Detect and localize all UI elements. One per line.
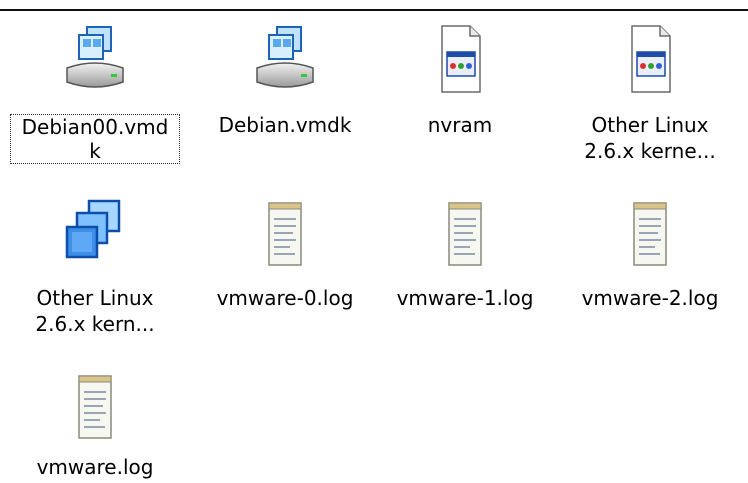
file-name-label: vmware-2.log	[581, 286, 719, 310]
file-name-label: Debian.vmdk	[218, 113, 352, 137]
file-item-vmware-log[interactable]: vmware.log	[0, 368, 190, 483]
vmdk-disk-icon	[245, 22, 325, 102]
log-notepad-icon	[55, 368, 135, 448]
vmdk-disk-icon	[55, 22, 135, 102]
file-item-debian00-vmdk[interactable]: Debian00.vmd k	[0, 22, 190, 192]
file-name-label: Other Linux 2.6.x kerne...	[584, 113, 716, 163]
file-item-debian-vmdk[interactable]: Debian.vmdk	[190, 22, 380, 192]
nvram-file-icon	[610, 22, 690, 102]
file-name-label: Debian00.vmd k	[10, 114, 180, 164]
file-item-other-linux-nvram[interactable]: Other Linux 2.6.x kerne...	[555, 22, 745, 192]
file-item-nvram[interactable]: nvram	[365, 22, 555, 192]
file-name-label: nvram	[427, 113, 493, 137]
file-name-label: vmware-1.log	[396, 286, 534, 310]
file-name-label: vmware.log	[36, 455, 154, 479]
nvram-file-icon	[420, 22, 500, 102]
file-item-vmware-1-log[interactable]: vmware-1.log	[370, 195, 560, 365]
log-notepad-icon	[245, 195, 325, 275]
log-notepad-icon	[425, 195, 505, 275]
file-item-vmware-2-log[interactable]: vmware-2.log	[555, 195, 745, 365]
log-notepad-icon	[610, 195, 690, 275]
file-name-label: vmware-0.log	[216, 286, 354, 310]
file-name-label: Other Linux 2.6.x kern...	[35, 286, 155, 336]
file-item-other-linux-vmx[interactable]: Other Linux 2.6.x kern...	[0, 195, 190, 365]
file-item-vmware-0-log[interactable]: vmware-0.log	[190, 195, 380, 365]
top-divider	[0, 9, 748, 11]
vmware-vmx-icon	[55, 195, 135, 275]
